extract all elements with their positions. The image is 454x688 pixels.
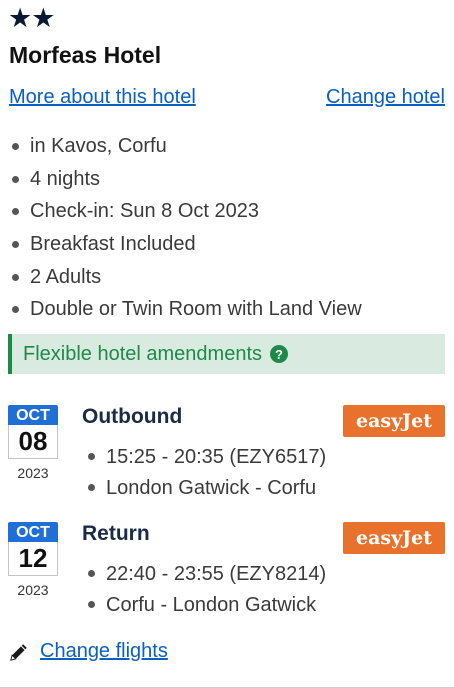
calendar-day: 08 xyxy=(8,425,58,459)
hotel-name: Morfeas Hotel xyxy=(9,42,162,68)
calendar-month: OCT xyxy=(8,405,58,425)
change-flights-row[interactable]: Change flights xyxy=(8,640,168,663)
easyjet-logo: easyJet xyxy=(343,405,445,437)
detail-board: Breakfast Included xyxy=(9,228,362,261)
pencil-icon xyxy=(10,643,27,661)
bullet-icon xyxy=(12,306,19,314)
calendar-year: 2023 xyxy=(17,582,49,598)
detail-checkin: Check-in: Sun 8 Oct 2023 xyxy=(9,195,362,228)
bullet-icon xyxy=(12,175,19,183)
detail-guests: 2 Adults xyxy=(9,261,362,294)
help-icon[interactable]: ? xyxy=(270,345,289,363)
outbound-date-calendar: OCT 08 2023 xyxy=(8,405,58,481)
flexible-amendments-banner: Flexible hotel amendments ? xyxy=(8,334,445,374)
bullet-icon xyxy=(12,240,19,248)
easyjet-logo: easyJet xyxy=(343,522,445,554)
change-hotel-link[interactable]: Change hotel xyxy=(326,86,445,109)
flight-title: Return xyxy=(82,522,150,545)
return-flight: OCT 12 2023 Return easyJet 22:40 - 23:55… xyxy=(8,522,448,622)
detail-nights: 4 nights xyxy=(9,163,362,196)
bullet-icon xyxy=(12,273,19,281)
bullet-icon xyxy=(88,453,95,460)
change-flights-link[interactable]: Change flights xyxy=(40,640,168,663)
calendar-year: 2023 xyxy=(17,465,49,481)
detail-room: Double or Twin Room with Land View xyxy=(9,293,362,326)
flight-times: 15:25 - 20:35 (EZY6517) xyxy=(85,441,326,472)
flight-info-list: 15:25 - 20:35 (EZY6517) London Gatwick -… xyxy=(85,441,326,503)
calendar-month: OCT xyxy=(8,522,58,542)
detail-location: in Kavos, Corfu xyxy=(9,130,362,163)
flight-info-list: 22:40 - 23:55 (EZY8214) Corfu - London G… xyxy=(85,558,326,620)
flight-times: 22:40 - 23:55 (EZY8214) xyxy=(85,558,326,589)
calendar-day: 12 xyxy=(8,542,58,576)
more-about-hotel-link[interactable]: More about this hotel xyxy=(9,86,196,109)
flight-route: Corfu - London Gatwick xyxy=(85,589,326,620)
bullet-icon xyxy=(88,484,95,491)
bullet-icon xyxy=(88,570,95,577)
flexible-amendments-label: Flexible hotel amendments xyxy=(23,342,263,365)
bullet-icon xyxy=(12,142,19,150)
return-date-calendar: OCT 12 2023 xyxy=(8,522,58,598)
hotel-details-list: in Kavos, Corfu 4 nights Check-in: Sun 8… xyxy=(9,130,362,326)
bullet-icon xyxy=(12,208,19,216)
flight-title: Outbound xyxy=(82,405,183,428)
bullet-icon xyxy=(88,601,95,608)
star-rating-icon: ★★ xyxy=(8,3,55,33)
flight-route: London Gatwick - Corfu xyxy=(85,472,326,503)
outbound-flight: OCT 08 2023 Outbound easyJet 15:25 - 20:… xyxy=(8,405,448,505)
